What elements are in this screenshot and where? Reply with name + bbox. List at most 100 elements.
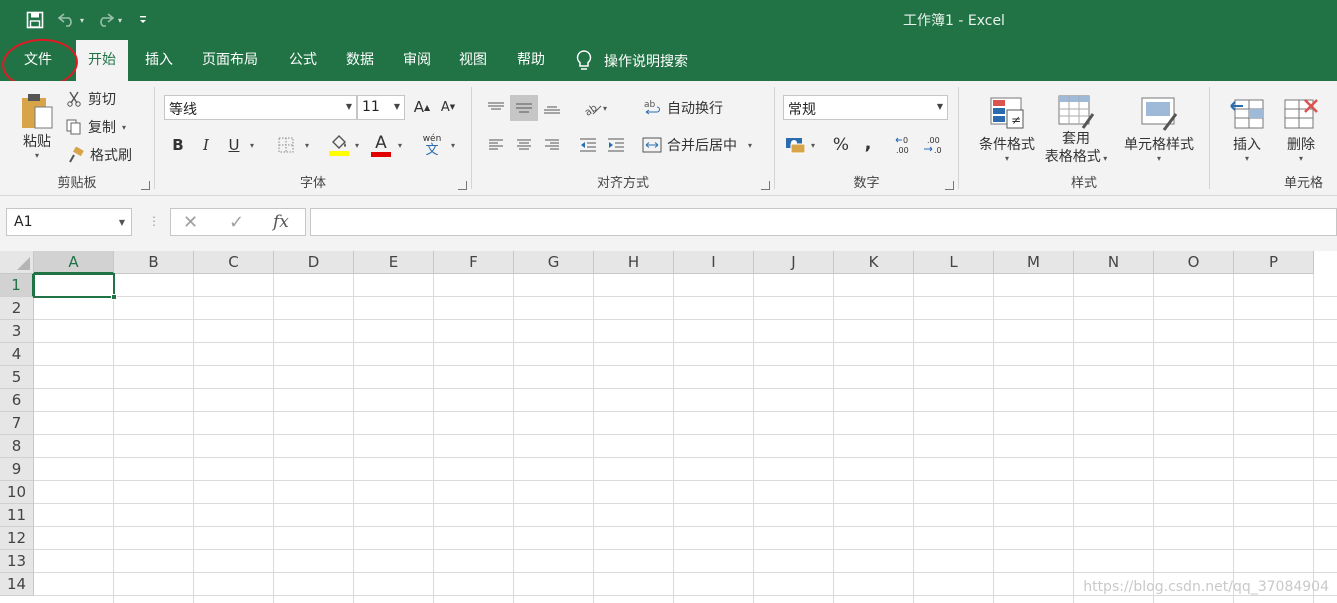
save-icon[interactable] (24, 9, 46, 31)
font-size-combo[interactable]: 11 ▼ (357, 95, 405, 120)
undo-icon[interactable] (56, 9, 78, 31)
conditional-formatting-button[interactable]: ≠ 条件格式 ▾ (967, 89, 1047, 169)
font-launcher-icon[interactable] (458, 181, 467, 190)
underline-button[interactable]: U (223, 133, 245, 157)
tab-page-layout[interactable]: 页面布局 (200, 40, 260, 81)
align-left-button[interactable] (484, 133, 508, 157)
underline-dropdown-icon[interactable]: ▾ (250, 141, 254, 150)
column-header[interactable]: N (1074, 251, 1154, 274)
decrease-decimal-icon-button[interactable]: .00.0 (921, 133, 945, 157)
row-header[interactable]: 6 (0, 389, 34, 412)
redo-icon[interactable] (94, 9, 116, 31)
tab-help[interactable]: 帮助 (515, 40, 547, 81)
redo-dropdown-icon[interactable]: ▾ (118, 16, 122, 25)
row-header[interactable]: 12 (0, 527, 34, 550)
grow-font-button[interactable]: A ▲ (411, 96, 433, 118)
format-painter-button[interactable]: 格式刷 (68, 144, 132, 166)
formula-input[interactable] (310, 208, 1337, 236)
phonetic-dropdown-icon[interactable]: ▾ (451, 141, 455, 150)
column-header[interactable]: I (674, 251, 754, 274)
font-name-combo[interactable]: 等线 ▼ (164, 95, 357, 120)
row-header[interactable]: 9 (0, 458, 34, 481)
row-header[interactable]: 4 (0, 343, 34, 366)
number-format-combo[interactable]: 常规 ▼ (783, 95, 948, 120)
row-header[interactable]: 14 (0, 573, 34, 596)
tab-file[interactable]: 文件 (22, 40, 54, 81)
font-color-button[interactable]: A (369, 131, 393, 159)
decrease-indent-button[interactable] (576, 133, 600, 157)
cell-area[interactable] (34, 274, 1337, 603)
column-header[interactable]: D (274, 251, 354, 274)
merge-center-button[interactable]: 合并后居中 ▾ (642, 133, 752, 157)
name-box[interactable]: A1 ▼ (6, 208, 132, 236)
cancel-entry-icon[interactable]: ✕ (183, 212, 198, 233)
borders-dropdown-icon[interactable]: ▾ (305, 141, 309, 150)
insert-cells-button[interactable]: 插入 ▾ (1224, 89, 1270, 169)
percent-style-button[interactable]: % (829, 133, 853, 157)
column-header[interactable]: M (994, 251, 1074, 274)
column-header[interactable]: E (354, 251, 434, 274)
format-as-table-button[interactable]: 套用 表格格式 ▾ (1039, 89, 1113, 173)
comma-style-button[interactable]: , (859, 131, 877, 155)
align-top-button[interactable] (484, 95, 508, 121)
row-header[interactable]: 11 (0, 504, 34, 527)
customize-qat-icon[interactable] (132, 9, 154, 31)
paste-button[interactable]: 粘贴 ▾ (14, 87, 60, 165)
insert-function-icon[interactable]: fx (273, 212, 289, 232)
column-header[interactable]: H (594, 251, 674, 274)
active-cell[interactable] (33, 273, 117, 300)
column-header[interactable]: C (194, 251, 274, 274)
row-header[interactable]: 10 (0, 481, 34, 504)
increase-decimal-button[interactable]: 0.00 (893, 133, 917, 157)
row-header[interactable]: 3 (0, 320, 34, 343)
fill-color-button[interactable] (327, 131, 351, 159)
undo-dropdown-icon[interactable]: ▾ (80, 16, 84, 25)
number-launcher-icon[interactable] (945, 181, 954, 190)
align-bottom-button[interactable] (540, 95, 564, 121)
formula-bar-grip-icon[interactable]: ⋮ (148, 214, 160, 228)
shrink-font-button[interactable]: A ▼ (437, 96, 459, 118)
column-header[interactable]: P (1234, 251, 1314, 274)
row-header[interactable]: 1 (0, 274, 34, 297)
increase-indent-button[interactable] (604, 133, 628, 157)
align-middle-button[interactable] (510, 95, 538, 121)
row-header[interactable]: 5 (0, 366, 34, 389)
wrap-text-button[interactable]: ab 自动换行 (644, 95, 723, 121)
tab-view[interactable]: 视图 (457, 40, 489, 81)
tab-insert[interactable]: 插入 (143, 40, 175, 81)
row-header[interactable]: 8 (0, 435, 34, 458)
font-color-dropdown-icon[interactable]: ▾ (398, 141, 402, 150)
select-all-button[interactable] (0, 251, 34, 274)
bold-button[interactable]: B (167, 133, 189, 157)
borders-button[interactable] (273, 133, 299, 157)
confirm-entry-icon[interactable]: ✓ (229, 212, 244, 233)
accounting-format-button[interactable]: ▾ (785, 133, 815, 157)
tell-me-search[interactable]: 操作说明搜索 (576, 40, 688, 81)
tab-formulas[interactable]: 公式 (287, 40, 319, 81)
row-header[interactable]: 13 (0, 550, 34, 573)
tab-home[interactable]: 开始 (76, 40, 128, 81)
column-header[interactable]: O (1154, 251, 1234, 274)
row-header[interactable]: 2 (0, 297, 34, 320)
column-header[interactable]: J (754, 251, 834, 274)
column-header[interactable]: F (434, 251, 514, 274)
delete-cells-button[interactable]: 删除 ▾ (1278, 89, 1324, 169)
orientation-button[interactable]: ab ▾ (578, 95, 612, 121)
align-right-button[interactable] (540, 133, 564, 157)
column-header[interactable]: K (834, 251, 914, 274)
tab-data[interactable]: 数据 (344, 40, 376, 81)
italic-button[interactable]: I (195, 133, 217, 157)
column-header[interactable]: A (34, 251, 114, 274)
copy-button[interactable]: 复制 ▾ (66, 116, 126, 138)
column-header[interactable]: L (914, 251, 994, 274)
fill-color-dropdown-icon[interactable]: ▾ (355, 141, 359, 150)
row-header[interactable]: 7 (0, 412, 34, 435)
column-header[interactable]: G (514, 251, 594, 274)
cell-styles-button[interactable]: 单元格样式 ▾ (1117, 89, 1201, 169)
phonetic-button[interactable]: wén 文 (419, 131, 445, 159)
cut-button[interactable]: 剪切 (66, 88, 116, 110)
column-header[interactable]: B (114, 251, 194, 274)
fill-handle[interactable] (111, 294, 117, 300)
tab-review[interactable]: 审阅 (401, 40, 433, 81)
align-center-button[interactable] (512, 133, 536, 157)
